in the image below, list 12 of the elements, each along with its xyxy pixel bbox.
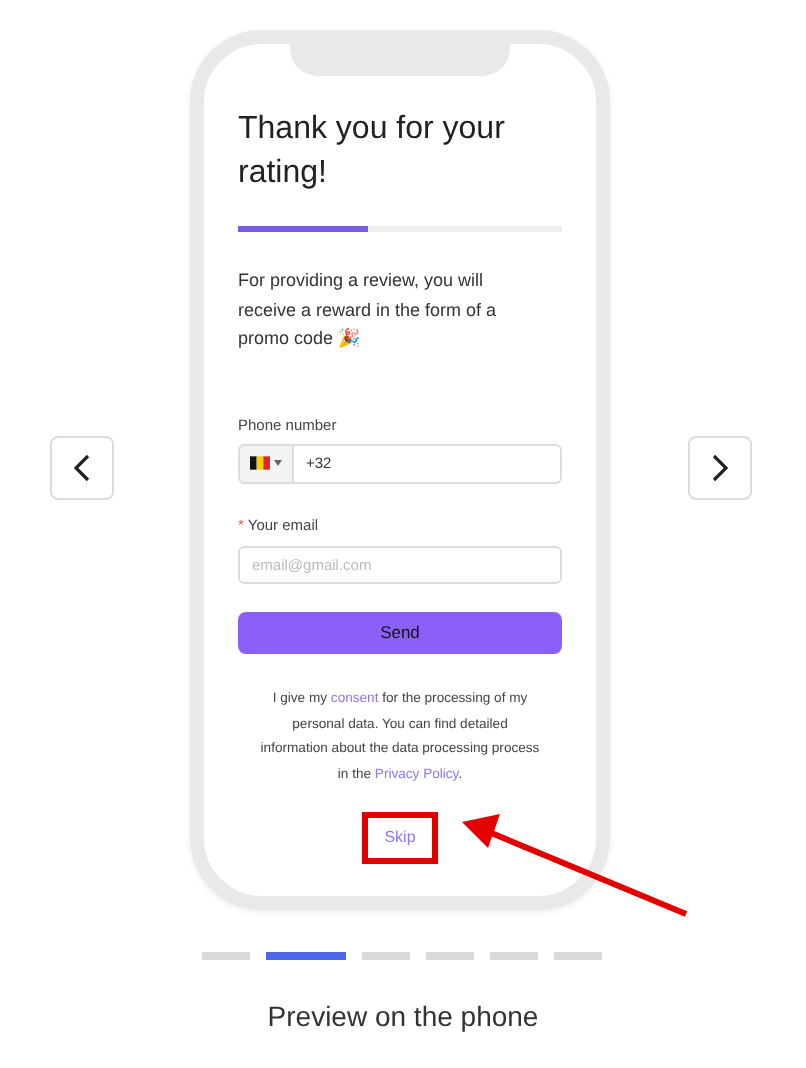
country-selector[interactable] bbox=[238, 443, 294, 484]
send-button[interactable]: Send bbox=[238, 612, 562, 654]
caption: Preview on the phone bbox=[265, 998, 541, 1036]
title: Thank you for your rating! bbox=[238, 110, 507, 194]
caret-icon bbox=[274, 460, 282, 467]
skip-button[interactable]: Skip bbox=[362, 812, 438, 864]
flag-icon bbox=[250, 456, 270, 471]
next-button[interactable] bbox=[688, 436, 752, 500]
previous-button[interactable] bbox=[50, 436, 114, 500]
chevron-right-icon bbox=[712, 454, 728, 482]
chevron-left-icon bbox=[74, 454, 90, 482]
description: For providing a review, you will receive a reward in the form of a promo code 🎉 bbox=[238, 268, 499, 352]
